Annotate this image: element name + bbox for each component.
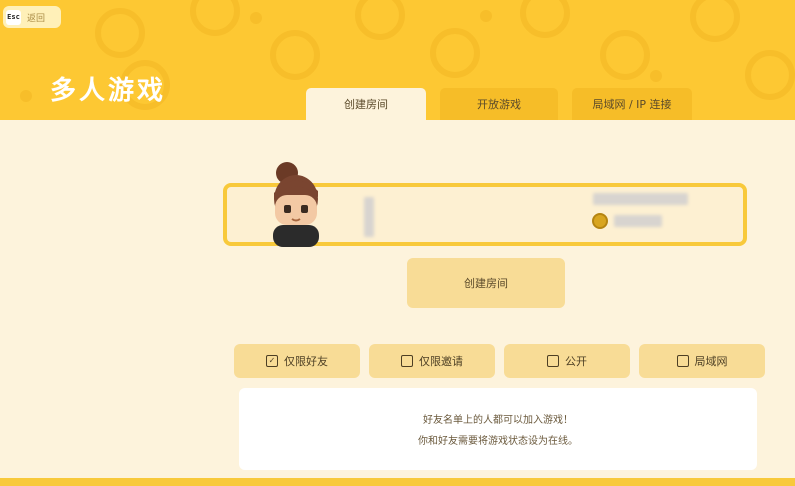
avatar: [265, 159, 325, 247]
coin-icon: [592, 213, 608, 229]
option-label: 仅限好友: [284, 355, 328, 368]
pattern-dot-icon: [20, 90, 32, 102]
pattern-ring-icon: [520, 0, 570, 38]
player-name-redacted: [364, 197, 374, 237]
tab-create-room[interactable]: 创建房间: [306, 88, 426, 120]
info-line: 你和好友需要将游戏状态设为在线。: [418, 436, 578, 447]
pattern-ring-icon: [600, 30, 650, 80]
tab-open-games[interactable]: 开放游戏: [440, 88, 558, 120]
checkbox-icon: [676, 355, 689, 367]
pattern-dot-icon: [250, 12, 262, 24]
tab-label: 创建房间: [344, 98, 388, 111]
back-button[interactable]: Esc 返回: [3, 6, 61, 28]
checkbox-icon: [547, 355, 559, 367]
create-room-label: 创建房间: [464, 277, 508, 290]
checkbox-icon: [401, 355, 413, 367]
pattern-ring-icon: [690, 0, 740, 42]
option-public[interactable]: 公开: [504, 344, 630, 378]
page-title: 多人游戏: [50, 76, 167, 106]
pattern-ring-icon: [355, 0, 405, 40]
option-label: 局域网: [694, 355, 728, 368]
option-label: 仅限邀请: [419, 355, 463, 368]
back-label: 返回: [27, 13, 46, 24]
info-line: 好友名单上的人都可以加入游戏！: [423, 415, 573, 426]
pattern-ring-icon: [95, 8, 145, 58]
bottom-strip: [0, 478, 795, 486]
option-friends-only[interactable]: ✓ 仅限好友: [234, 344, 360, 378]
player-info-redacted: [593, 193, 688, 205]
checked-checkbox-icon: ✓: [266, 355, 278, 367]
coin-count-redacted: [614, 215, 662, 227]
tab-lan-ip[interactable]: 局域网 / IP 连接: [572, 88, 692, 120]
player-card: [223, 162, 747, 247]
pattern-ring-icon: [270, 30, 320, 80]
option-label: 公开: [565, 355, 587, 368]
pattern-ring-icon: [190, 0, 240, 36]
info-panel: 好友名单上的人都可以加入游戏！ 你和好友需要将游戏状态设为在线。: [239, 388, 757, 470]
tab-label: 局域网 / IP 连接: [592, 98, 672, 111]
pattern-ring-icon: [430, 28, 480, 78]
esc-key-icon: Esc: [6, 9, 21, 25]
create-room-button[interactable]: 创建房间: [407, 258, 565, 308]
tab-label: 开放游戏: [477, 98, 521, 111]
option-invite-only[interactable]: 仅限邀请: [369, 344, 495, 378]
pattern-dot-icon: [650, 70, 662, 82]
pattern-dot-icon: [480, 10, 492, 22]
pattern-ring-icon: [745, 50, 795, 100]
option-lan[interactable]: 局域网: [639, 344, 765, 378]
